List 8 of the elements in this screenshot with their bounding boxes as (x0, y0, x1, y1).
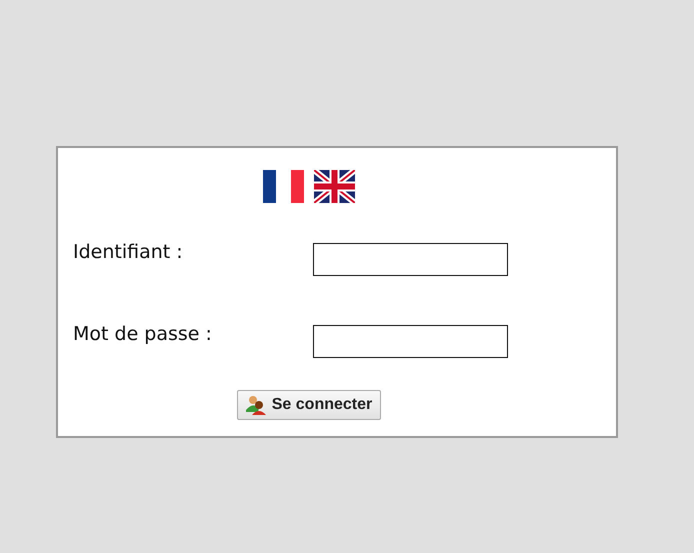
field-label: Mot de passe : (73, 323, 213, 345)
french-flag-icon[interactable] (263, 170, 304, 203)
british-flag-icon[interactable] (314, 170, 355, 203)
input-field[interactable] (313, 325, 508, 358)
field-label: Identifiant : (73, 241, 184, 263)
login-button[interactable]: Se connecter (236, 390, 382, 420)
input-field[interactable] (313, 243, 508, 276)
users-icon (246, 395, 266, 415)
